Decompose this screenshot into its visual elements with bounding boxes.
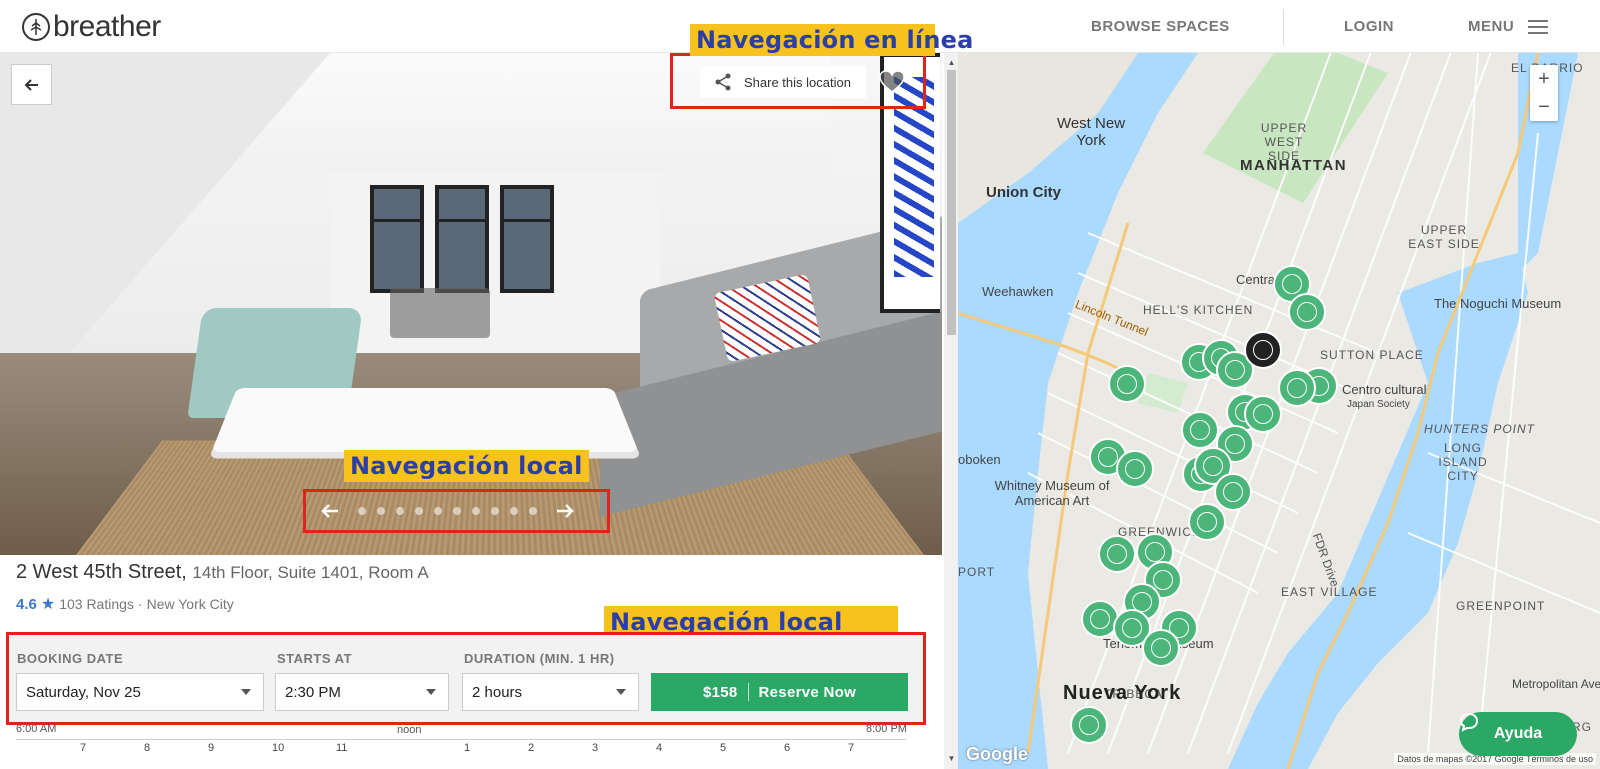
- annotation-box-inline-nav: [670, 53, 926, 109]
- map-label-nueva-york: Nueva York: [1063, 682, 1182, 704]
- tree-logo-icon: [22, 13, 50, 41]
- listing-address: 2 West 45th Street, 14th Floor, Suite 14…: [16, 561, 429, 584]
- chat-bubble-icon: [1459, 712, 1479, 732]
- map-label-greenpoint: GREENPOINT: [1456, 599, 1546, 613]
- google-logo: Google: [966, 744, 1028, 764]
- address-street: 2 West 45th Street,: [16, 561, 187, 583]
- map-label-noguchi: The Noguchi Museum: [1434, 296, 1562, 311]
- listing-panel: Share this location Navegación local 2 W…: [0, 53, 942, 769]
- back-button[interactable]: [11, 64, 52, 105]
- menu-button[interactable]: MENU: [1468, 18, 1549, 35]
- map-pin[interactable]: [1288, 293, 1326, 331]
- scroll-up-arrow-icon[interactable]: ▲: [947, 58, 956, 67]
- map-label-japan-society: Japan Society: [1347, 399, 1410, 410]
- timeline-start: 6:00 AM: [16, 723, 57, 735]
- map-label-long-island-city: LONG ISLAND CITY: [1438, 441, 1488, 483]
- address-unit: 14th Floor, Suite 1401, Room A: [192, 563, 429, 582]
- help-label: Ayuda: [1493, 725, 1543, 742]
- map-zoom-controls: + −: [1530, 65, 1558, 121]
- map-pin-selected[interactable]: [1244, 331, 1282, 369]
- scrollbar-thumb[interactable]: [947, 70, 956, 335]
- listing-city: New York City: [146, 596, 234, 612]
- menu-label: MENU: [1468, 18, 1515, 35]
- timeline-tick: 8: [144, 742, 151, 754]
- timeline-tick: 11: [336, 742, 348, 754]
- timeline-tick: 7: [848, 742, 855, 754]
- help-button[interactable]: Ayuda: [1459, 712, 1577, 756]
- login-link[interactable]: LOGIN: [1344, 18, 1394, 35]
- map-label-sutton-place: SUTTON PLACE: [1320, 348, 1424, 362]
- map-pin[interactable]: [1108, 365, 1146, 403]
- annotation-box-carousel: [303, 489, 610, 533]
- browse-spaces-link[interactable]: BROWSE SPACES: [1091, 18, 1230, 35]
- zoom-out-button[interactable]: −: [1530, 93, 1558, 121]
- map-pin[interactable]: [1116, 450, 1154, 488]
- timeline-tick: 1: [464, 742, 471, 754]
- map-pin[interactable]: [1214, 473, 1252, 511]
- timeline-ticks: 7 8 9 10 11 1 2 3 4 5 6 7: [0, 742, 930, 756]
- ratings-count[interactable]: 103 Ratings: [59, 596, 134, 612]
- map-pin[interactable]: [1278, 369, 1316, 407]
- timeline-tick: 6: [784, 742, 791, 754]
- map-label-metropolitan-ave: Metropolitan Ave: [1512, 677, 1600, 691]
- map-label-manhattan: MANHATTAN: [1240, 157, 1348, 174]
- separator: ·: [137, 596, 143, 612]
- map-label-port: PORT: [958, 565, 996, 579]
- map-label-union-city: Union City: [986, 184, 1061, 201]
- rating-value: 4.6: [16, 595, 37, 613]
- timeline-tick: 5: [720, 742, 727, 754]
- map-pin[interactable]: [1098, 535, 1136, 573]
- annotation-box-booking: [6, 632, 926, 725]
- timeline-tick: 2: [528, 742, 535, 754]
- annotation-label-carousel: Navegación local: [344, 450, 589, 482]
- availability-timeline[interactable]: 6:00 AM noon 8:00 PM 7 8 9 10 11 1 2 3 4 5 6 7: [0, 723, 930, 769]
- map-pin[interactable]: [1070, 706, 1108, 744]
- map-label-west-new-york: West New York: [1056, 115, 1126, 149]
- timeline-tick: 7: [80, 742, 87, 754]
- timeline-tick: 4: [656, 742, 663, 754]
- annotation-label-inline-nav: Navegación en línea: [690, 24, 973, 56]
- timeline-tick: 3: [592, 742, 599, 754]
- map-pin[interactable]: [1142, 629, 1180, 667]
- zoom-in-button[interactable]: +: [1530, 65, 1558, 93]
- star-icon: ★: [40, 596, 56, 613]
- hamburger-icon: [1528, 19, 1549, 34]
- timeline-end: 8:00 PM: [866, 723, 907, 735]
- map-label-weehawken: Weehawken: [982, 284, 1054, 299]
- map-label-hunters-point: HUNTERS POINT: [1424, 422, 1536, 436]
- scroll-down-arrow-icon[interactable]: ▼: [947, 754, 956, 763]
- map-pin[interactable]: [1188, 503, 1226, 541]
- map-label-centro-cultural: Centro cultural: [1342, 382, 1427, 397]
- map-view[interactable]: EL BARRIO West New York UPPER WEST SIDE …: [958, 53, 1600, 769]
- map-label-hells-kitchen: HELL'S KITCHEN: [1143, 303, 1254, 317]
- map-label-upper-east-side: UPPER EAST SIDE: [1408, 223, 1480, 251]
- arrow-left-icon: [24, 78, 38, 91]
- logo-text: breather: [53, 10, 161, 43]
- map-pin[interactable]: [1244, 395, 1282, 433]
- nav-divider: [1283, 9, 1284, 45]
- timeline-tick: 9: [208, 742, 215, 754]
- map-pin[interactable]: [1181, 411, 1219, 449]
- map-label-whitney: Whitney Museum of American Art: [994, 478, 1110, 508]
- breather-logo[interactable]: breather: [22, 10, 161, 44]
- timeline-tick: 10: [272, 742, 285, 754]
- timeline-noon: noon: [397, 724, 422, 736]
- map-label-hoboken: oboken: [958, 452, 1001, 467]
- rating-line: 4.6 ★ 103 Ratings · New York City: [16, 594, 234, 614]
